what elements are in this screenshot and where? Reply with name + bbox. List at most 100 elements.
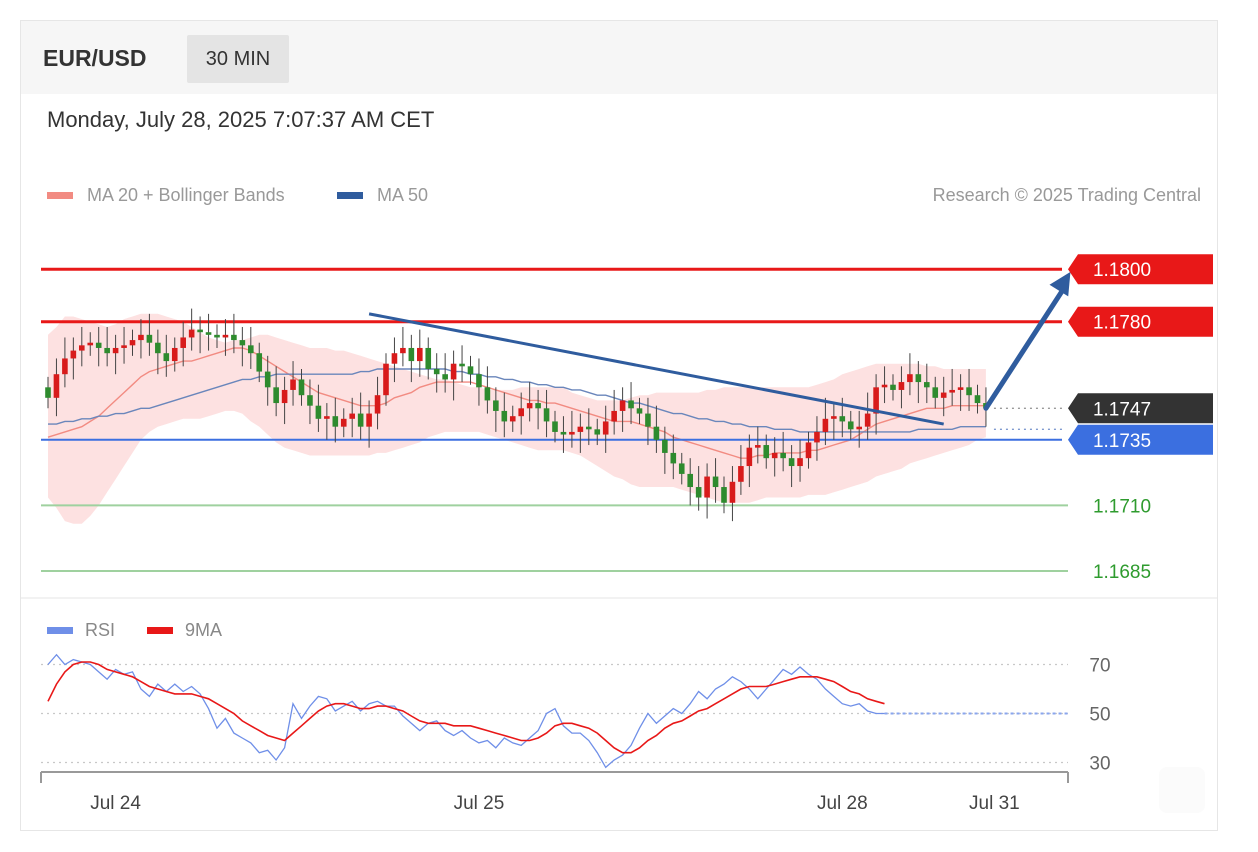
candle xyxy=(831,416,837,419)
candle xyxy=(163,353,170,362)
level-tag-text: 1.1735 xyxy=(1093,431,1151,452)
candle xyxy=(315,405,322,419)
candle xyxy=(966,387,972,396)
rsi-tick-70: 70 xyxy=(1089,656,1110,677)
candle xyxy=(687,473,693,488)
candle xyxy=(442,374,448,380)
candle xyxy=(408,347,415,362)
target-arrow-shaft xyxy=(983,283,1068,411)
candle xyxy=(400,347,406,354)
candle xyxy=(712,476,719,488)
candle xyxy=(374,395,381,414)
candle xyxy=(518,408,524,417)
candle xyxy=(940,392,947,398)
candle xyxy=(552,421,558,432)
candle xyxy=(138,334,144,341)
candle xyxy=(881,384,888,388)
candle xyxy=(450,363,457,380)
candle xyxy=(771,452,778,459)
candle xyxy=(476,374,482,388)
candle xyxy=(636,408,643,414)
candle xyxy=(324,416,330,419)
candle xyxy=(214,334,220,338)
candle xyxy=(53,374,60,398)
candle xyxy=(197,329,203,333)
x-tick-label: Jul 24 xyxy=(90,793,141,814)
level-label-1-1710: 1.1710 xyxy=(1093,496,1151,517)
candle xyxy=(171,347,178,362)
candle xyxy=(459,363,465,367)
candle xyxy=(670,452,677,464)
candle xyxy=(602,421,609,435)
candle xyxy=(890,384,896,390)
candle xyxy=(155,342,161,354)
x-tick-label: Jul 31 xyxy=(969,793,1020,814)
candle xyxy=(391,353,398,364)
candle xyxy=(425,347,432,369)
candle xyxy=(112,347,119,354)
candle xyxy=(509,416,516,422)
level-tag-text: 1.1780 xyxy=(1093,313,1151,334)
candle xyxy=(619,400,626,411)
candle xyxy=(535,403,541,409)
candle xyxy=(839,416,846,422)
level-label-1-1735: 1.1735 xyxy=(1068,424,1213,455)
candle xyxy=(805,442,812,459)
candle xyxy=(653,426,660,440)
candle xyxy=(281,389,288,404)
candle xyxy=(594,429,601,435)
candle xyxy=(864,413,871,427)
candle xyxy=(569,431,575,435)
level-label-1-1685: 1.1685 xyxy=(1093,562,1151,583)
candle xyxy=(383,363,389,396)
candle xyxy=(290,379,296,390)
candle xyxy=(307,395,313,406)
rsi-tick-50: 50 xyxy=(1089,705,1110,726)
candle xyxy=(755,445,761,448)
rsi-tick-30: 30 xyxy=(1089,754,1110,775)
candle xyxy=(104,347,110,354)
candle xyxy=(417,347,423,362)
candle xyxy=(248,345,254,354)
candle xyxy=(932,387,939,398)
candle xyxy=(62,358,68,375)
candle xyxy=(264,371,271,388)
candle xyxy=(188,329,195,338)
candle xyxy=(678,463,685,474)
candle xyxy=(79,345,85,351)
candle xyxy=(340,418,347,427)
candle xyxy=(788,458,795,467)
candle xyxy=(256,353,263,372)
candle xyxy=(611,410,617,422)
candle xyxy=(543,408,550,422)
candle xyxy=(949,389,955,393)
level-tag-text: 1.1747 xyxy=(1093,399,1151,420)
candle xyxy=(357,413,364,427)
candle xyxy=(704,476,710,498)
candle xyxy=(628,400,634,409)
candle xyxy=(273,387,279,404)
candle xyxy=(349,413,355,419)
candle xyxy=(298,379,305,396)
candle xyxy=(797,458,803,467)
candle xyxy=(129,340,136,346)
candle xyxy=(974,395,981,404)
candle xyxy=(121,345,127,348)
candle xyxy=(332,416,339,427)
candle xyxy=(231,334,237,341)
candle xyxy=(433,368,440,375)
candle xyxy=(467,366,474,375)
candle xyxy=(763,445,770,459)
candle xyxy=(577,426,584,432)
candle xyxy=(484,387,491,401)
candle xyxy=(721,487,727,503)
candle xyxy=(746,447,753,467)
x-tick-label: Jul 25 xyxy=(454,793,505,814)
level-label-1-1800: 1.1800 xyxy=(1068,254,1213,285)
candle xyxy=(222,334,229,338)
candle xyxy=(924,382,930,388)
candle xyxy=(814,431,820,443)
candle xyxy=(45,387,51,398)
candle xyxy=(856,426,862,430)
candle xyxy=(205,332,212,335)
